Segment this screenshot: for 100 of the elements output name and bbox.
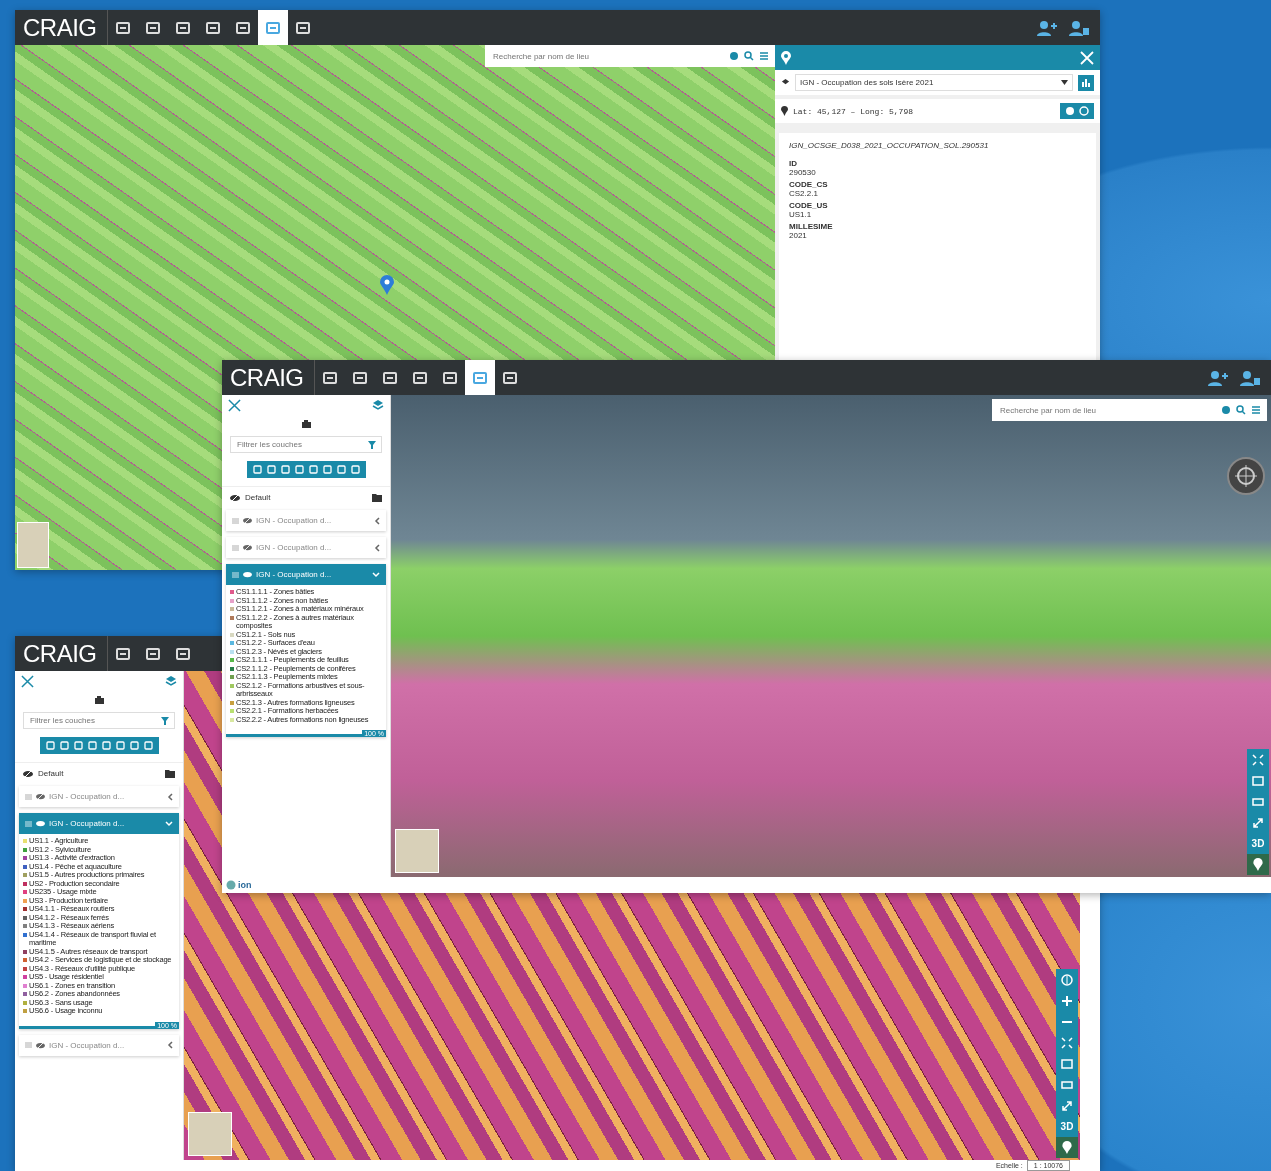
layer-name: IGN - Occupation d... — [49, 819, 125, 828]
camera-icon[interactable] — [301, 420, 311, 428]
layer-row[interactable]: IGN - Occupation d... — [19, 1034, 179, 1056]
drag-handle-icon[interactable] — [232, 544, 239, 551]
layers-icon[interactable] — [165, 675, 177, 687]
screen-icon — [1061, 1078, 1073, 1091]
layer-row[interactable]: IGN - Occupation d... — [19, 786, 179, 807]
layer-name: IGN - Occupation d... — [49, 792, 125, 801]
frame-icon — [1252, 774, 1264, 787]
tool-icon — [351, 369, 368, 386]
hidden-eye-icon[interactable] — [36, 793, 45, 800]
field-value: 2021 — [789, 231, 807, 240]
tool-icon — [264, 19, 281, 36]
layer-name: IGN - Occupation d... — [256, 543, 332, 552]
info-globe-icon[interactable] — [1060, 103, 1094, 119]
menu-icon[interactable] — [759, 51, 769, 61]
overview-map-thumbnail[interactable] — [17, 522, 49, 568]
chevron-left-icon[interactable] — [167, 792, 173, 801]
map-view[interactable]: Recherche par nom de lieu 3D — [391, 395, 1271, 877]
add-user-icon[interactable] — [1036, 19, 1058, 36]
compass-icon — [1061, 973, 1073, 986]
tool-icon — [234, 19, 251, 36]
folder-icon[interactable] — [372, 493, 382, 502]
hidden-eye-icon[interactable] — [36, 1041, 45, 1049]
location-pin-icon — [380, 275, 394, 295]
tool-icon — [294, 19, 311, 36]
drag-handle-icon[interactable] — [25, 1042, 32, 1048]
user-settings-icon[interactable] — [1068, 19, 1090, 36]
layer-name: IGN - Occupation d... — [256, 570, 332, 579]
layer-group-row[interactable]: Default — [222, 486, 390, 510]
hidden-eye-icon[interactable] — [243, 544, 252, 551]
tool-icon — [471, 369, 488, 386]
search-icon[interactable] — [1236, 405, 1246, 415]
tool-icon — [144, 645, 161, 662]
expand-icon — [1061, 1099, 1073, 1112]
group-name: Default — [38, 769, 64, 778]
camera-icon[interactable] — [94, 696, 104, 704]
field-name: ID — [789, 159, 797, 168]
mode-button[interactable]: 3D — [1056, 1116, 1078, 1137]
close-icon[interactable] — [228, 399, 241, 412]
chart-icon[interactable] — [1078, 74, 1094, 91]
hidden-eye-icon[interactable] — [230, 493, 240, 502]
filter-bar[interactable]: Filtrer les couches — [23, 712, 175, 729]
zoom-in-icon — [1061, 994, 1073, 1007]
map-control-button[interactable] — [1247, 749, 1269, 770]
layer-select[interactable]: IGN - Occupation des sols Isère 2021 — [795, 74, 1073, 91]
eye-icon[interactable] — [243, 571, 252, 578]
hidden-eye-icon[interactable] — [23, 769, 33, 778]
layers-icon — [781, 78, 790, 87]
map-control-button[interactable] — [1247, 854, 1269, 875]
layer-row[interactable]: IGN - Occupation d... — [226, 537, 386, 558]
chevron-left-icon[interactable] — [167, 1041, 173, 1049]
add-user-icon[interactable] — [1207, 369, 1229, 386]
search-bar[interactable]: Recherche par nom de lieu — [485, 45, 775, 67]
chevron-left-icon[interactable] — [374, 543, 380, 552]
toolbar-button[interactable] — [464, 360, 495, 395]
field-value: US1.1 — [789, 210, 812, 219]
tool-icon — [411, 369, 428, 386]
layer-row[interactable]: IGN - Occupation d... — [19, 813, 179, 834]
tool-icon — [441, 369, 458, 386]
tool-icon — [321, 369, 338, 386]
chevron-down-icon[interactable] — [165, 820, 173, 827]
search-icon[interactable] — [744, 51, 754, 61]
layer-row[interactable]: IGN - Occupation d... — [226, 564, 386, 585]
location-pin-icon — [781, 50, 791, 65]
chevron-down-icon[interactable] — [372, 571, 380, 578]
hidden-eye-icon[interactable] — [243, 517, 252, 524]
overview-map-thumbnail[interactable] — [395, 829, 439, 873]
navigation-compass-icon[interactable] — [1227, 457, 1265, 495]
overview-map-thumbnail[interactable] — [188, 1112, 232, 1156]
map-control-button[interactable] — [1056, 1137, 1078, 1158]
map-control-button[interactable] — [1056, 969, 1078, 990]
layer-name: IGN - Occupation d... — [256, 516, 332, 525]
globe-logo-icon — [226, 880, 236, 890]
tool-icon — [114, 19, 131, 36]
settings-icon[interactable] — [729, 51, 739, 61]
menu-icon[interactable] — [1251, 405, 1261, 415]
chevron-left-icon[interactable] — [374, 516, 380, 525]
layer-name: IGN - Occupation d... — [49, 1040, 125, 1050]
settings-icon[interactable] — [1221, 405, 1231, 415]
layer-row[interactable]: IGN - Occupation d... — [226, 510, 386, 531]
screen-icon — [1252, 795, 1264, 808]
mode-button[interactable]: 3D — [1247, 833, 1269, 854]
tool-icon — [114, 645, 131, 662]
folder-icon[interactable] — [165, 769, 175, 778]
layer-group-row[interactable]: Default — [15, 762, 183, 786]
layers-icon[interactable] — [372, 399, 384, 411]
drag-handle-icon[interactable] — [232, 517, 239, 524]
eye-icon[interactable] — [36, 820, 45, 827]
tool-icon — [174, 645, 191, 662]
user-settings-icon[interactable] — [1239, 369, 1261, 386]
attribution-logo[interactable]: ion — [238, 880, 252, 890]
search-bar[interactable]: Recherche par nom de lieu — [992, 399, 1267, 421]
close-icon[interactable] — [21, 675, 34, 688]
caret-icon[interactable] — [1061, 80, 1068, 85]
location-pin-icon — [1062, 1141, 1072, 1154]
drag-handle-icon[interactable] — [25, 793, 32, 800]
toolbar-button[interactable] — [257, 10, 288, 45]
group-name: Default — [245, 493, 271, 502]
filter-bar[interactable]: Filtrer les couches — [230, 436, 382, 453]
